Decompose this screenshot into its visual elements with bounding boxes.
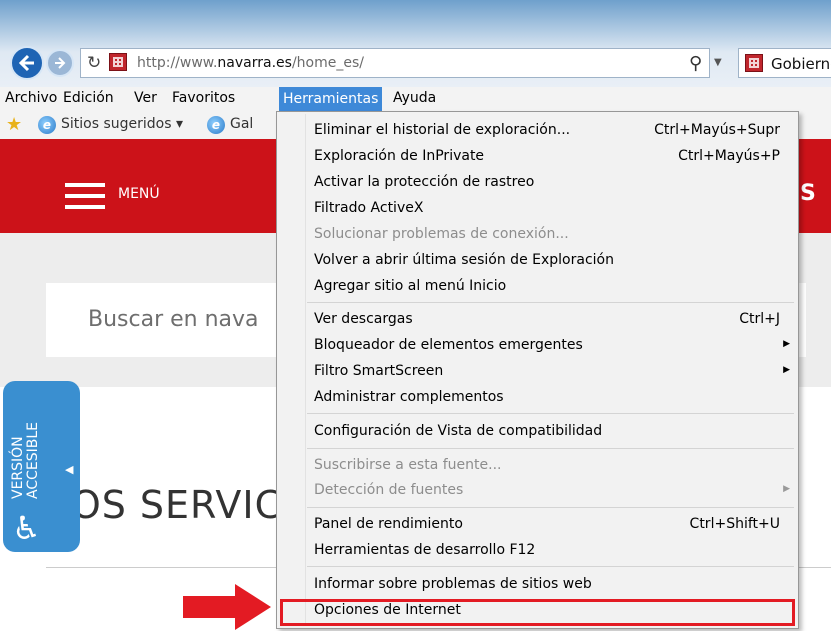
chevron-down-icon[interactable]: ▼ bbox=[714, 57, 722, 68]
browser-chrome: ↻ http://www.navarra.es/home_es/ ⚲ ▼ Gob… bbox=[0, 0, 831, 87]
menu-item-performance-dashboard[interactable]: Panel de rendimiento Ctrl+Shift+U bbox=[314, 514, 792, 536]
menu-ayuda[interactable]: Ayuda bbox=[393, 90, 436, 106]
menu-item-downloads[interactable]: Ver descargas Ctrl+J bbox=[314, 309, 792, 331]
menu-item-feed-discovery: Detección de fuentes ▶ bbox=[314, 480, 792, 502]
menu-separator bbox=[307, 507, 794, 508]
menu-item-label: Filtrado ActiveX bbox=[314, 200, 424, 216]
gallery-link[interactable]: Gal bbox=[230, 116, 253, 132]
services-heading: LOS SERVIC bbox=[50, 483, 283, 527]
menu-item-shortcut: Ctrl+Shift+U bbox=[689, 516, 780, 532]
favorites-star-icon[interactable]: ★ bbox=[6, 114, 22, 135]
suggested-sites-link[interactable]: Sitios sugeridos ▾ bbox=[61, 116, 183, 132]
menu-item-report-problems[interactable]: Informar sobre problemas de sitios web bbox=[314, 574, 792, 596]
back-button[interactable] bbox=[10, 46, 44, 80]
menu-item-label: Exploración de InPrivate bbox=[314, 148, 485, 164]
menu-item-label: Configuración de Vista de compatibilidad bbox=[314, 423, 603, 439]
browser-tab[interactable]: Gobierno bbox=[738, 48, 831, 78]
forward-arrow-icon bbox=[55, 57, 66, 69]
search-placeholder: Buscar en nava bbox=[88, 307, 259, 332]
accessible-line2: ACCESIBLE bbox=[25, 422, 41, 499]
caret-left-icon: ◀ bbox=[65, 463, 74, 476]
menu-item-add-to-start[interactable]: Agregar sitio al menú Inicio bbox=[314, 276, 792, 298]
tab-title: Gobierno bbox=[771, 55, 831, 73]
menu-bar: Archivo Edición Ver Favoritos Herramient… bbox=[0, 87, 831, 111]
accessible-line1: VERSIÓN bbox=[10, 436, 26, 499]
menu-label[interactable]: MENÚ bbox=[118, 186, 160, 202]
menu-ver[interactable]: Ver bbox=[134, 90, 157, 106]
menu-item-label: Bloqueador de elementos emergentes bbox=[314, 337, 583, 353]
menu-item-label: Informar sobre problemas de sitios web bbox=[314, 576, 592, 592]
ie-gallery-icon: e bbox=[207, 116, 225, 134]
menu-item-label: Solucionar problemas de conexión... bbox=[314, 226, 569, 242]
menu-item-label: Ver descargas bbox=[314, 311, 413, 327]
menu-item-label: Volver a abrir última sesión de Explorac… bbox=[314, 252, 614, 268]
menu-item-reopen-session[interactable]: Volver a abrir última sesión de Explorac… bbox=[314, 250, 792, 272]
header-right-text: S bbox=[800, 181, 816, 206]
menu-item-compatibility-view[interactable]: Configuración de Vista de compatibilidad bbox=[314, 421, 792, 443]
back-arrow-icon bbox=[18, 54, 34, 72]
menu-item-shortcut: Ctrl+J bbox=[739, 311, 780, 327]
menu-item-shortcut: Ctrl+Mayús+P bbox=[678, 148, 780, 164]
menu-item-label: Eliminar el historial de exploración... bbox=[314, 122, 571, 138]
menu-item-label: Herramientas de desarrollo F12 bbox=[314, 542, 536, 558]
menu-item-label: Administrar complementos bbox=[314, 389, 504, 405]
search-icon[interactable]: ⚲ bbox=[689, 53, 702, 74]
menu-item-tracking-protection[interactable]: Activar la protección de rastreo bbox=[314, 172, 792, 194]
menu-item-activex-filtering[interactable]: Filtrado ActiveX bbox=[314, 198, 792, 220]
menu-item-label: Panel de rendimiento bbox=[314, 516, 463, 532]
menu-item-label: Agregar sitio al menú Inicio bbox=[314, 278, 507, 294]
menu-separator bbox=[307, 413, 794, 414]
red-pointer-arrow-icon bbox=[183, 584, 271, 630]
menu-item-shortcut: Ctrl+Mayús+Supr bbox=[654, 122, 780, 138]
accessible-version-tab[interactable]: VERSIÓN ACCESIBLE ◀ ♿ bbox=[3, 381, 80, 552]
forward-button[interactable] bbox=[46, 49, 74, 77]
menu-item-label: Filtro SmartScreen bbox=[314, 363, 444, 379]
menu-item-subscribe-feed: Suscribirse a esta fuente... bbox=[314, 455, 792, 477]
menu-separator bbox=[307, 448, 794, 449]
refresh-icon[interactable]: ↻ bbox=[87, 54, 105, 72]
menu-item-smartscreen[interactable]: Filtro SmartScreen ▶ bbox=[314, 361, 792, 383]
menu-item-fix-connection: Solucionar problemas de conexión... bbox=[314, 224, 792, 246]
submenu-arrow-icon: ▶ bbox=[783, 484, 790, 494]
internet-options-highlight-box bbox=[280, 599, 795, 626]
tools-dropdown-menu: Eliminar el historial de exploración... C… bbox=[276, 111, 799, 629]
menu-favoritos[interactable]: Favoritos bbox=[172, 90, 235, 106]
menu-edicion[interactable]: Edición bbox=[63, 90, 114, 106]
wheelchair-icon: ♿ bbox=[12, 509, 41, 547]
menu-item-popup-blocker[interactable]: Bloqueador de elementos emergentes ▶ bbox=[314, 335, 792, 357]
menu-item-label: Detección de fuentes bbox=[314, 482, 464, 498]
submenu-arrow-icon: ▶ bbox=[783, 339, 790, 349]
menu-separator bbox=[307, 302, 794, 303]
menu-item-delete-history[interactable]: Eliminar el historial de exploración... C… bbox=[314, 120, 792, 142]
menu-archivo[interactable]: Archivo bbox=[5, 90, 57, 106]
menu-item-inprivate[interactable]: Exploración de InPrivate Ctrl+Mayús+P bbox=[314, 146, 792, 168]
menu-item-developer-tools[interactable]: Herramientas de desarrollo F12 bbox=[314, 540, 792, 562]
menu-gutter bbox=[305, 114, 306, 626]
menu-herramientas[interactable]: Herramientas bbox=[279, 87, 383, 111]
accessible-version-label: VERSIÓN ACCESIBLE bbox=[10, 328, 41, 499]
submenu-arrow-icon: ▶ bbox=[783, 365, 790, 375]
menu-item-manage-addons[interactable]: Administrar complementos bbox=[314, 387, 792, 409]
ie-icon: e bbox=[38, 116, 56, 134]
hamburger-menu-icon[interactable] bbox=[65, 183, 105, 211]
menu-separator bbox=[307, 566, 794, 567]
menu-item-label: Suscribirse a esta fuente... bbox=[314, 457, 502, 473]
url-text[interactable]: http://www.navarra.es/home_es/ bbox=[137, 55, 364, 71]
tab-favicon-icon bbox=[745, 54, 763, 72]
site-favicon-icon bbox=[109, 53, 127, 71]
address-bar[interactable]: ↻ http://www.navarra.es/home_es/ ⚲ ▼ bbox=[80, 48, 722, 78]
menu-item-label: Activar la protección de rastreo bbox=[314, 174, 535, 190]
